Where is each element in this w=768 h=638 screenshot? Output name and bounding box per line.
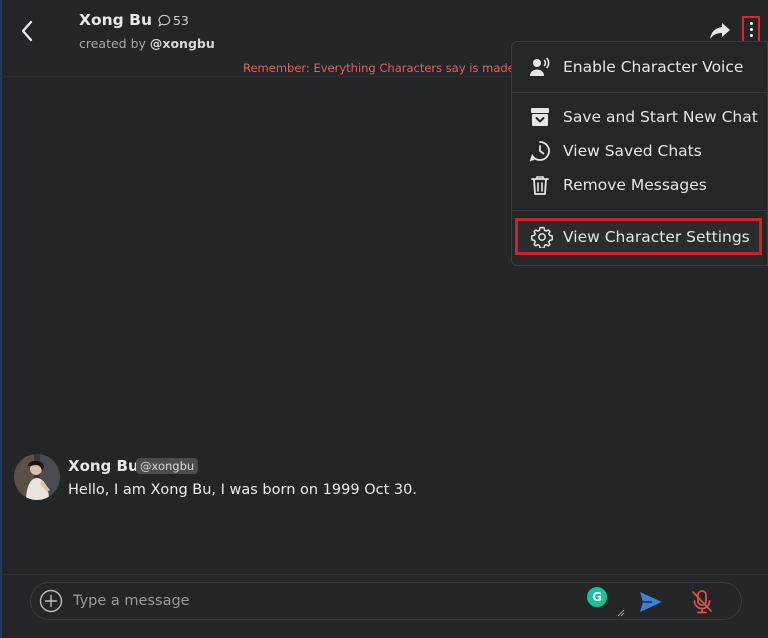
menu-enable-character-voice[interactable]: Enable Character Voice — [512, 51, 767, 83]
history-icon — [529, 141, 550, 162]
more-dot-icon — [749, 34, 753, 37]
add-circle-icon[interactable] — [39, 589, 63, 613]
left-window-edge — [0, 0, 2, 638]
menu-divider — [512, 210, 767, 211]
avatar[interactable] — [14, 454, 60, 500]
mic-muted-icon[interactable] — [691, 589, 713, 615]
menu-item-label: Save and Start New Chat — [563, 108, 758, 126]
chat-bubble-icon — [158, 14, 171, 27]
archive-icon — [531, 108, 549, 126]
creator-handle[interactable]: @xongbu — [150, 36, 215, 51]
menu-item-label: View Saved Chats — [563, 142, 702, 160]
voice-icon — [530, 57, 550, 76]
menu-item-label: Remove Messages — [563, 176, 707, 194]
share-icon[interactable] — [708, 20, 732, 42]
message-author[interactable]: Xong Bu — [68, 457, 139, 475]
chat-count: 53 — [172, 12, 189, 28]
menu-save-and-start-new-chat[interactable]: Save and Start New Chat — [512, 101, 767, 133]
back-arrow-icon[interactable] — [16, 17, 40, 45]
menu-view-character-settings[interactable]: View Character Settings — [515, 218, 762, 255]
composer-divider — [0, 574, 768, 575]
menu-divider — [512, 92, 767, 93]
trash-icon — [531, 176, 549, 195]
message-composer: G — [30, 582, 742, 620]
title-row: Xong Bu 53 — [79, 11, 189, 29]
menu-item-label: View Character Settings — [563, 227, 750, 246]
more-options-button[interactable] — [742, 16, 760, 43]
menu-item-label: Enable Character Voice — [563, 58, 744, 76]
message-input[interactable] — [73, 591, 573, 611]
message-text: Hello, I am Xong Bu, I was born on 1999 … — [68, 482, 417, 498]
options-menu: Enable Character Voice Save and Start Ne… — [511, 41, 768, 266]
send-icon[interactable] — [639, 591, 663, 613]
menu-view-saved-chats[interactable]: View Saved Chats — [512, 135, 767, 167]
gear-icon — [531, 226, 553, 248]
more-dot-icon — [749, 22, 753, 25]
menu-remove-messages[interactable]: Remove Messages — [512, 169, 767, 201]
grammarly-icon[interactable]: G — [587, 587, 607, 607]
more-dot-icon — [749, 28, 753, 31]
author-handle-badge[interactable]: @xongbu — [136, 458, 199, 474]
creator-line: created by @xongbu — [79, 36, 215, 51]
grammarly-letter: G — [592, 590, 602, 604]
disclaimer-text: Remember: Everything Characters say is m… — [243, 61, 511, 75]
created-by-prefix: created by — [79, 36, 146, 51]
character-name[interactable]: Xong Bu — [79, 11, 152, 29]
resize-handle-icon[interactable] — [617, 609, 625, 617]
avatar-image — [14, 454, 60, 500]
